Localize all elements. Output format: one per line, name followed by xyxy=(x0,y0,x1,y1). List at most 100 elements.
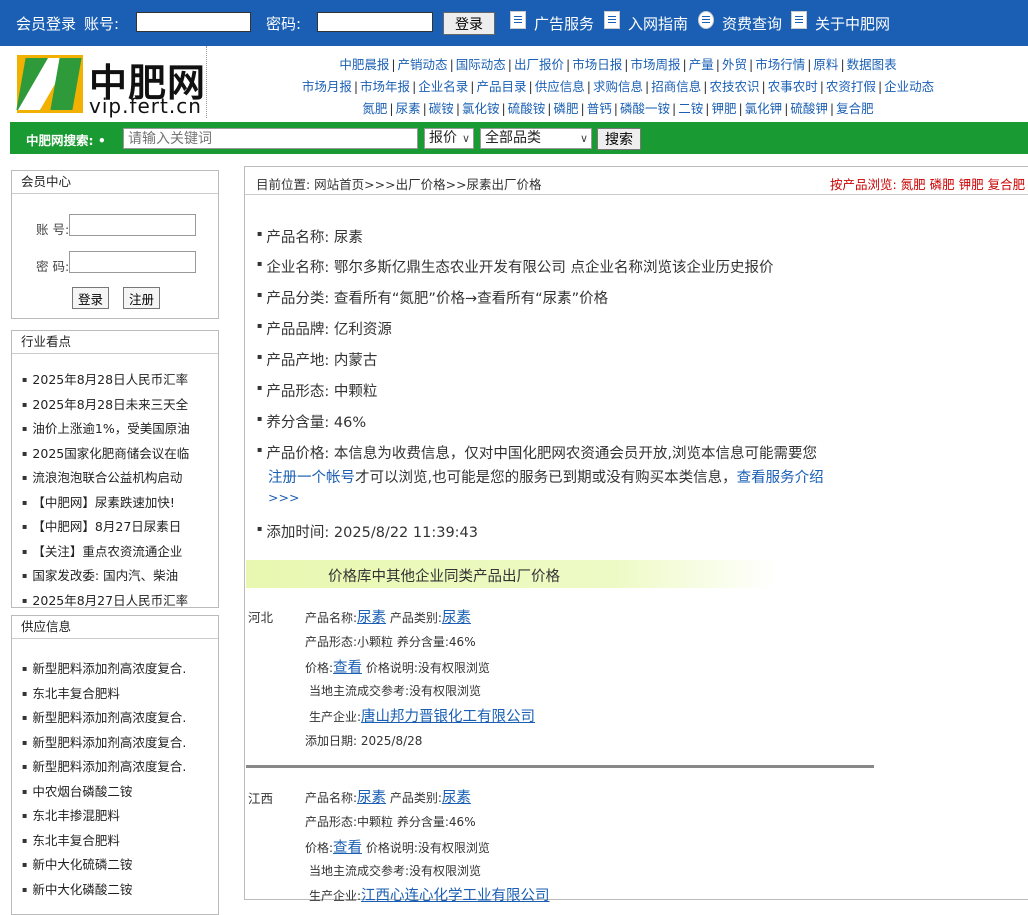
about-arrow-icon xyxy=(791,11,807,29)
nav-link[interactable]: 外贸 xyxy=(722,57,747,72)
nav-link[interactable]: 磷肥 xyxy=(554,101,579,116)
industry-news-item[interactable]: 【关注】重点农资流通企业 xyxy=(22,541,210,560)
nav-separator: | xyxy=(455,101,461,116)
nav-link[interactable]: 氯化钾 xyxy=(745,101,783,116)
category-link[interactable]: 查看所有“氮肥”价格→查看所有“尿素”价格 xyxy=(334,291,608,307)
nav-link[interactable]: 农资打假 xyxy=(826,79,876,94)
supply-info-item[interactable]: 新型肥料添加剂高浓度复合. xyxy=(22,732,210,751)
nav-link[interactable]: 产量 xyxy=(689,57,714,72)
search-type-select[interactable]: 报价 ∨ xyxy=(424,128,474,149)
supply-info-item[interactable]: 新型肥料添加剂高浓度复合. xyxy=(22,707,210,726)
industry-news-item[interactable]: 2025年8月28日人民币汇率 xyxy=(22,369,210,388)
supply-info-item[interactable]: 新型肥料添加剂高浓度复合. xyxy=(22,658,210,677)
listing-name-link[interactable]: 尿素 xyxy=(357,610,386,626)
link-pricing-query[interactable]: 资费查询 xyxy=(722,13,782,34)
chevron-down-icon: ∨ xyxy=(579,132,588,145)
nav-link[interactable]: 农事农时 xyxy=(768,79,818,94)
industry-news-item[interactable]: 国家发改委: 国内汽、柴油 xyxy=(22,565,210,584)
industry-news-item[interactable]: 【中肥网】尿素跌速加快! xyxy=(22,492,210,511)
nav-link[interactable]: 市场月报 xyxy=(302,79,352,94)
listing-price-view-link[interactable]: 查看 xyxy=(333,840,362,856)
account-label: 账号: xyxy=(84,15,120,33)
nav-link[interactable]: 普钙 xyxy=(587,101,612,116)
nav-link[interactable]: 国际动态 xyxy=(456,57,506,72)
top-login-button[interactable]: 登录 xyxy=(443,12,495,35)
nav-link[interactable]: 市场行情 xyxy=(755,57,805,72)
nav-link[interactable]: 企业名录 xyxy=(418,79,468,94)
listing-ref-line: 当地主流成交参考:没有权限浏览 xyxy=(309,864,482,878)
nav-link[interactable]: 供应信息 xyxy=(535,79,585,94)
service-intro-link[interactable]: 查看服务介绍 xyxy=(737,470,824,486)
nav-link[interactable]: 数据图表 xyxy=(847,57,897,72)
link-join-guide[interactable]: 入网指南 xyxy=(628,13,688,34)
nav-link[interactable]: 中肥晨报 xyxy=(339,57,389,72)
nav-link[interactable]: 硫酸铵 xyxy=(508,101,546,116)
member-password-input[interactable] xyxy=(69,251,196,273)
nav-link[interactable]: 求购信息 xyxy=(593,79,643,94)
detail-price: 产品价格: 本信息为收费信息，仅对中国化肥网农资通会员开放,浏览本信息可能需要您 xyxy=(257,442,817,463)
link-advert-service[interactable]: 广告服务 xyxy=(534,13,594,34)
browse-by-product[interactable]: 按产品浏览: 氮肥 磷肥 钾肥 复合肥 xyxy=(830,174,1025,193)
listing-category-link[interactable]: 尿素 xyxy=(442,610,471,626)
nav-link[interactable]: 招商信息 xyxy=(651,79,701,94)
nav-link[interactable]: 钾肥 xyxy=(711,101,736,116)
listing-name-line: 产品名称:尿素 产品类别:尿素 xyxy=(305,790,471,806)
register-link[interactable]: 注册一个帐号 xyxy=(268,470,355,486)
listing-name-line: 产品名称:尿素 产品类别:尿素 xyxy=(305,610,471,626)
member-login-button[interactable]: 登录 xyxy=(72,287,110,309)
member-account-input[interactable] xyxy=(69,214,196,236)
supply-info-item[interactable]: 新中大化磷酸二铵 xyxy=(22,879,210,898)
nav-link[interactable]: 原料 xyxy=(813,57,838,72)
nav-link[interactable]: 复合肥 xyxy=(836,101,874,116)
top-password-input[interactable] xyxy=(317,12,433,32)
search-category-select[interactable]: 全部品类 ∨ xyxy=(480,128,592,149)
nav-separator: | xyxy=(391,57,396,72)
listing-form-line: 产品形态:中颗粒 养分含量:46% xyxy=(305,815,476,829)
listing-company-link[interactable]: 江西心连心化学工业有限公司 xyxy=(361,888,550,904)
supply-info-item[interactable]: 新型肥料添加剂高浓度复合. xyxy=(22,756,210,775)
supply-info-item[interactable]: 东北丰复合肥料 xyxy=(22,830,210,849)
link-about[interactable]: 关于中肥网 xyxy=(815,13,890,34)
nav-link[interactable]: 产品目录 xyxy=(477,79,527,94)
supply-info-item[interactable]: 新中大化硫磷二铵 xyxy=(22,854,210,873)
nav-link[interactable]: 尿素 xyxy=(396,101,421,116)
search-input[interactable] xyxy=(123,128,418,149)
supply-info-item[interactable]: 中农烟台磷酸二铵 xyxy=(22,781,210,800)
nav-link[interactable]: 硫酸钾 xyxy=(790,101,828,116)
nav-link[interactable]: 氯化铵 xyxy=(462,101,500,116)
more-link[interactable]: >>> xyxy=(268,490,299,505)
nav-separator: | xyxy=(501,101,506,116)
listing-name-link[interactable]: 尿素 xyxy=(357,790,386,806)
nav-link[interactable]: 碳铵 xyxy=(429,101,454,116)
nav-separator: | xyxy=(829,101,835,116)
nav-link[interactable]: 企业动态 xyxy=(884,79,934,94)
nav-link[interactable]: 农技农识 xyxy=(709,79,759,94)
nav-link[interactable]: 产销动态 xyxy=(398,57,448,72)
search-button[interactable]: 搜索 xyxy=(597,128,641,150)
listing-price-view-link[interactable]: 查看 xyxy=(333,660,362,676)
nav-link[interactable]: 磷酸一铵 xyxy=(620,101,670,116)
site-logo[interactable]: 中肥网 vip.fert.cn xyxy=(16,52,205,118)
listing-category-link[interactable]: 尿素 xyxy=(442,790,471,806)
industry-news-item[interactable]: 2025年8月27日人民币汇率 xyxy=(22,590,210,609)
nav-link[interactable]: 氮肥 xyxy=(362,101,387,116)
supply-info-item[interactable]: 东北丰复合肥料 xyxy=(22,683,210,702)
company-link[interactable]: 鄂尔多斯亿鼎生态农业开发有限公司 xyxy=(334,260,566,276)
listing-company-link[interactable]: 唐山邦力晋银化工有限公司 xyxy=(361,709,535,725)
member-register-button[interactable]: 注册 xyxy=(123,287,161,309)
supply-info-item[interactable]: 东北丰掺混肥料 xyxy=(22,805,210,824)
industry-news-item[interactable]: 流浪泡泡联合公益机构启动 xyxy=(22,467,210,486)
pricing-bulb-icon xyxy=(698,11,714,29)
other-companies-banner: 价格库中其他企业同类产品出厂价格 xyxy=(246,560,776,588)
listing-date-line: 添加日期: 2025/8/28 xyxy=(305,734,423,748)
nav-link[interactable]: 出厂报价 xyxy=(514,57,564,72)
nav-link[interactable]: 市场周报 xyxy=(630,57,680,72)
industry-news-item[interactable]: 2025年8月28日未来三天全 xyxy=(22,394,210,413)
nav-link[interactable]: 二铵 xyxy=(678,101,703,116)
nav-link[interactable]: 市场日报 xyxy=(572,57,622,72)
nav-link[interactable]: 市场年报 xyxy=(360,79,410,94)
industry-news-item[interactable]: 油价上涨逾1%，受美国原油 xyxy=(22,418,210,437)
industry-news-item[interactable]: 【中肥网】8月27日尿素日 xyxy=(22,516,210,535)
top-account-input[interactable] xyxy=(136,12,251,32)
industry-news-item[interactable]: 2025国家化肥商储会议在临 xyxy=(22,443,210,462)
